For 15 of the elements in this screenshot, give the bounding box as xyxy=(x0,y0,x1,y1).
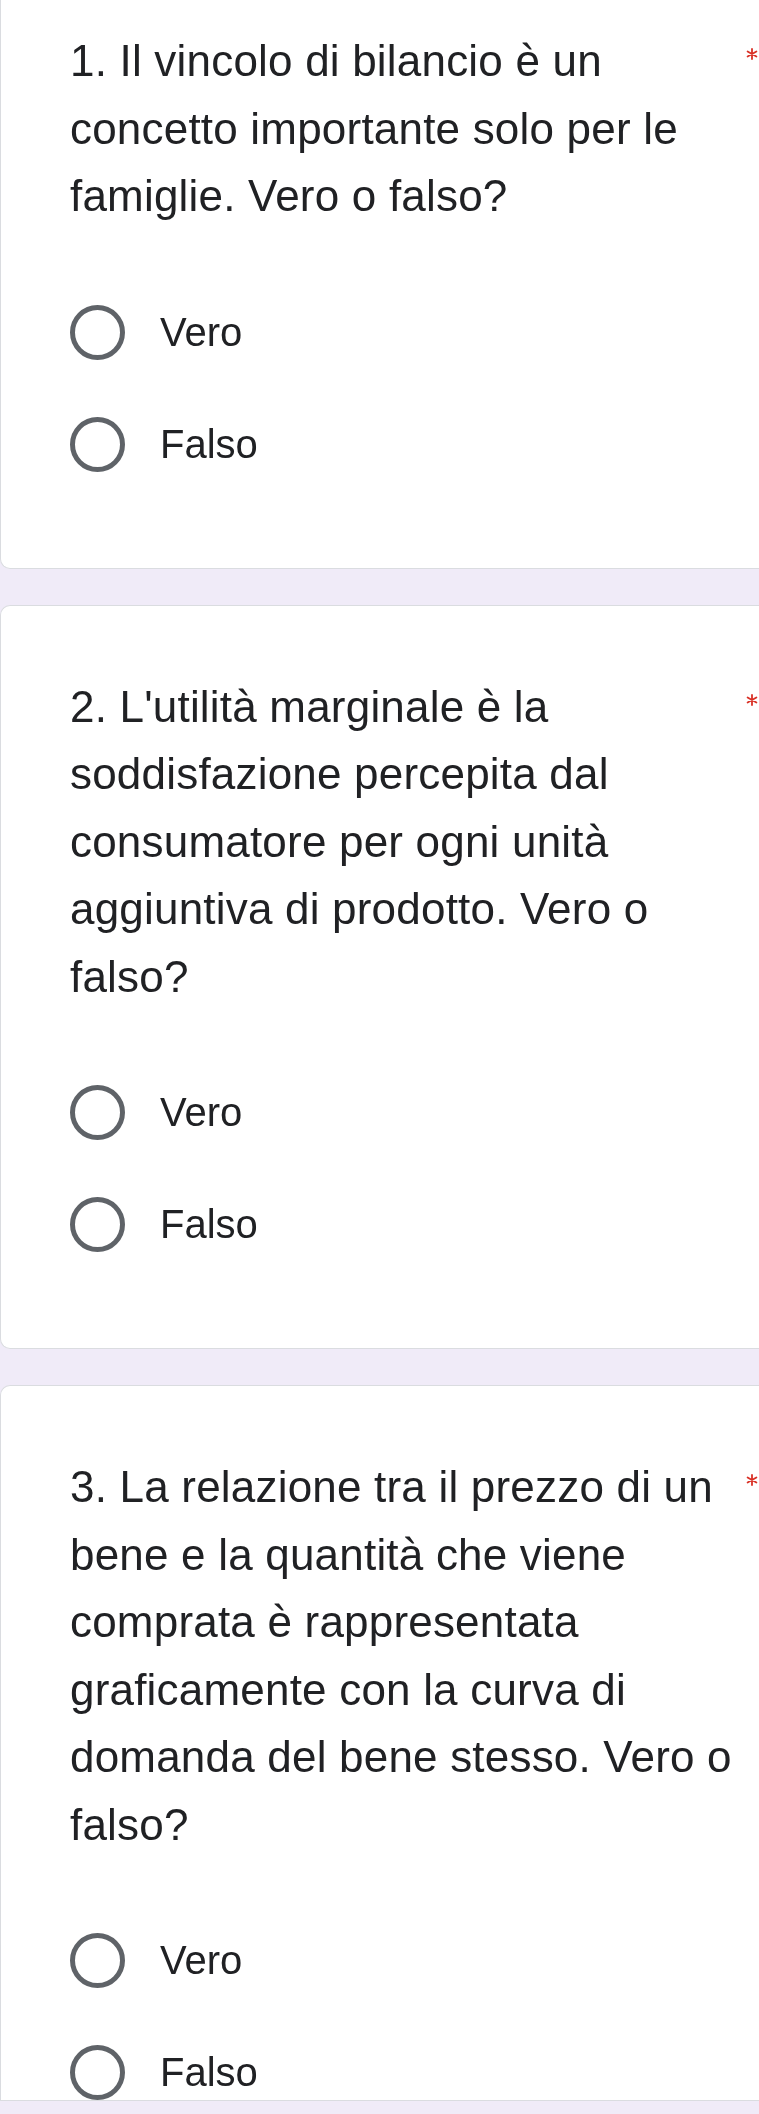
question-text: 3. La relazione tra il prezzo di un bene e la quantità che viene comprata è rappresentata graficamente con la curva di domanda del bene stesso. Vero o falso? xyxy=(70,1461,733,1851)
radio-button[interactable] xyxy=(70,304,125,360)
option-label[interactable]: Vero xyxy=(160,1085,243,1140)
question-text: 2. L'utilità marginale è la soddisfazione percepita dal consumatore per ogni unità aggiuntiva di prodotto. Vero o falso? xyxy=(70,680,650,1003)
radio-button[interactable] xyxy=(70,2045,125,2100)
option-label[interactable]: Vero xyxy=(160,1933,243,1988)
option-label[interactable]: Falso xyxy=(160,2045,258,2100)
radio-button[interactable] xyxy=(70,1933,125,1988)
question-text: 1. Il vincolo di bilancio è un concetto importante solo per le famiglie. Vero o falso? xyxy=(70,35,679,222)
radio-button[interactable] xyxy=(70,1085,125,1140)
option-label[interactable]: Falso xyxy=(160,1197,258,1252)
radio-button[interactable] xyxy=(70,1197,125,1252)
option-label[interactable]: Falso xyxy=(160,416,258,472)
radio-button[interactable] xyxy=(70,416,125,472)
option-label[interactable]: Vero xyxy=(160,304,243,360)
